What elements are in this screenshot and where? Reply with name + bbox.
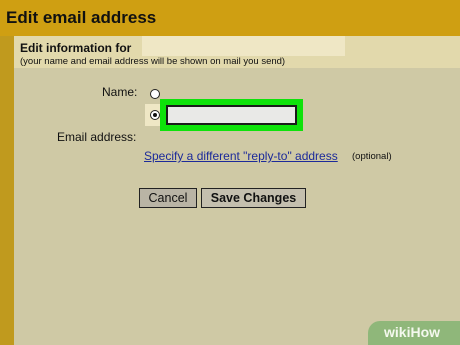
info-note: (your name and email address will be sho…	[20, 56, 286, 67]
reply-to-link[interactable]: Specify a different "reply-to" address	[144, 149, 338, 163]
left-border	[0, 36, 14, 345]
optional-note: (optional)	[352, 151, 392, 162]
name-custom-radio[interactable]	[150, 110, 160, 120]
email-label: Email address:	[57, 130, 137, 144]
info-bar: Edit information for (your name and emai…	[14, 36, 460, 68]
name-label: Name:	[102, 85, 138, 99]
cancel-button[interactable]: Cancel	[139, 188, 197, 208]
watermark-text: wikiHow	[384, 324, 441, 340]
dialog-title: Edit email address	[6, 8, 157, 27]
name-input[interactable]	[166, 105, 297, 125]
name-default-radio[interactable]	[150, 89, 160, 99]
name-field-highlight	[160, 99, 303, 131]
redacted-email-box	[142, 36, 345, 56]
info-heading: Edit information for	[20, 41, 132, 55]
save-changes-button[interactable]: Save Changes	[201, 188, 306, 208]
dialog-title-bar: Edit email address	[0, 0, 460, 36]
wikihow-watermark: wikiHow	[368, 321, 460, 345]
